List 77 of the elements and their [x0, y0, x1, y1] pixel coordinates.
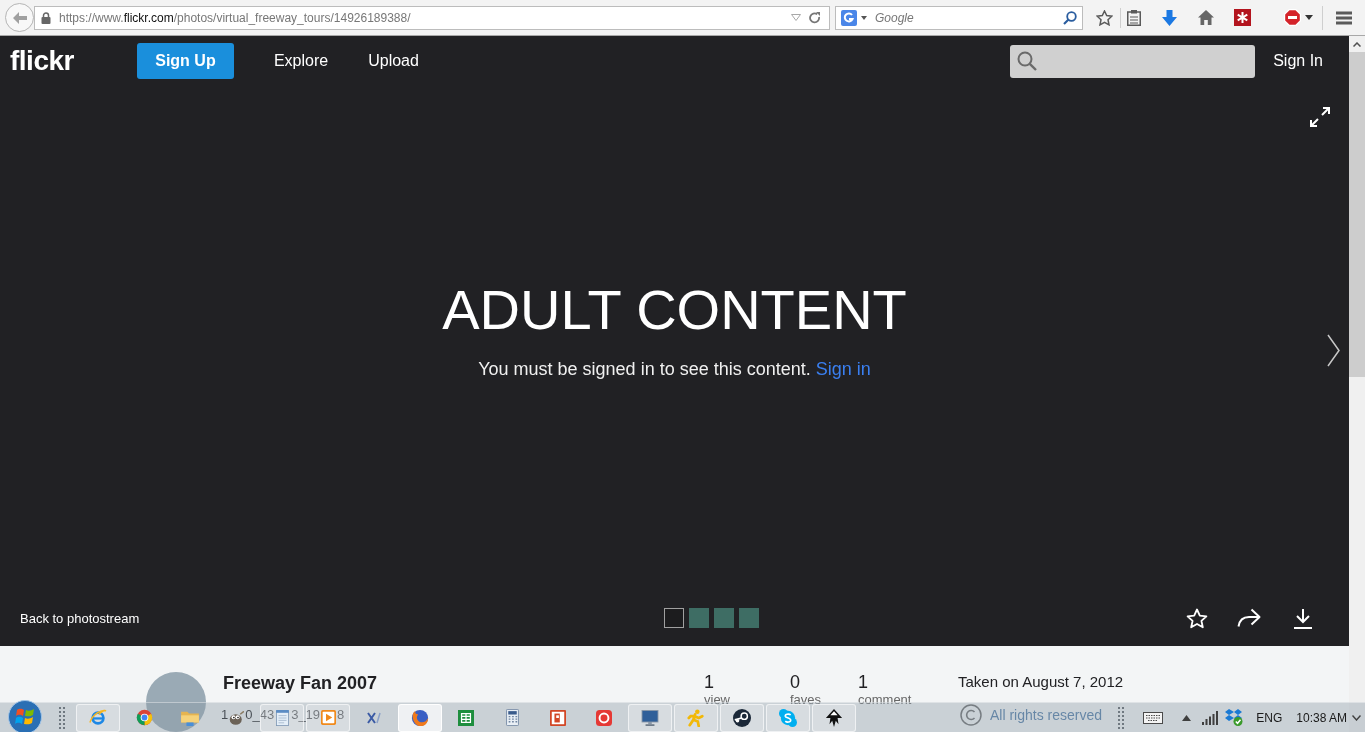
notepad-icon[interactable] [275, 709, 289, 726]
back-button[interactable] [5, 3, 34, 32]
search-input[interactable]: Google [875, 8, 1055, 27]
content-heading: ADULT CONTENT [442, 282, 907, 338]
start-orb-icon[interactable] [8, 699, 42, 732]
sign-up-button[interactable]: Sign Up [136, 43, 234, 79]
avatar [146, 672, 206, 732]
grip-icon[interactable] [1118, 706, 1125, 729]
search-icon[interactable] [1017, 51, 1038, 71]
scroll-up-icon[interactable] [1353, 41, 1361, 47]
nav-link[interactable]: Explore [273, 49, 329, 73]
keyboard-icon[interactable] [1143, 711, 1164, 724]
home-icon[interactable] [1198, 10, 1214, 25]
globe-icon[interactable] [411, 708, 429, 727]
stat-value: 0 [790, 672, 801, 692]
photo-title: 0_43 [245, 707, 275, 723]
stat-label: faves [790, 692, 823, 708]
up-arrow-icon[interactable] [1182, 714, 1192, 721]
clock[interactable]: 10:38 AM [1296, 709, 1347, 726]
download-icon[interactable] [1293, 607, 1313, 629]
share-icon[interactable] [1237, 608, 1261, 628]
photo-title: 3_19 [291, 707, 321, 723]
photo-title: 8 [337, 707, 345, 723]
sign-in-message: You must be signed in to see this content. Sign in [478, 358, 871, 381]
sign-in-link[interactable]: Sign In [1273, 49, 1323, 73]
photo-thumbnail[interactable] [689, 608, 709, 628]
photo-thumbnail[interactable] [714, 608, 734, 628]
search-icon[interactable] [1063, 10, 1077, 25]
monitor-icon[interactable] [641, 709, 659, 726]
stat-label: view [704, 692, 731, 708]
license-text: All rights reserved [990, 706, 1103, 724]
chevron-right-icon[interactable] [1327, 334, 1340, 367]
owner-name[interactable]: Freeway Fan 2007 [223, 672, 704, 694]
taskbar-button[interactable] [720, 703, 764, 732]
chevron-down-icon[interactable] [1352, 714, 1361, 721]
language-indicator[interactable]: ENG [1256, 709, 1283, 726]
address-field[interactable]: https://www.flickr.com/photos/virtual_freeway_tours/14926189388/ [34, 5, 830, 30]
calculator-icon[interactable] [505, 709, 519, 726]
disc-icon[interactable] [733, 708, 751, 727]
photo-title: 1 [221, 707, 229, 723]
reload-icon[interactable] [809, 11, 821, 24]
drop-icon[interactable] [825, 708, 843, 727]
logo[interactable]: flickr [10, 45, 74, 77]
cloud-icon[interactable] [779, 708, 797, 727]
taskbar-button[interactable] [812, 703, 856, 732]
photo-thumbnail[interactable] [664, 608, 684, 628]
caret-icon[interactable] [861, 15, 867, 20]
stat-value: 1 [858, 672, 869, 692]
search-box[interactable]: Google [835, 5, 1083, 30]
photo-thumbnail[interactable] [739, 608, 759, 628]
expand-icon[interactable] [1310, 107, 1330, 127]
nav-link[interactable]: Upload [368, 49, 419, 73]
star-icon[interactable] [1096, 9, 1113, 26]
stat-value: 1 [704, 672, 715, 692]
stat-label: comment [858, 692, 913, 708]
lock-icon [41, 11, 51, 24]
menu-icon[interactable] [1336, 10, 1352, 25]
copyright-icon [960, 704, 982, 726]
caret-icon[interactable] [1305, 15, 1313, 20]
search-field[interactable] [1010, 44, 1256, 78]
creature-icon[interactable] [228, 710, 244, 725]
segmented-circle-icon[interactable] [135, 709, 153, 726]
sign-in-link[interactable]: Sign in [815, 359, 871, 379]
clipboard-icon[interactable] [1127, 9, 1141, 26]
back-arrow-icon [12, 11, 27, 24]
ring-swoosh-icon[interactable] [89, 708, 107, 727]
back-link[interactable]: Back to photostream [20, 611, 140, 626]
cross-icon[interactable] [367, 711, 381, 724]
taken-date: Taken on August 7, 2012 [958, 672, 1124, 692]
box-check-icon[interactable] [1225, 709, 1244, 726]
octagon-icon[interactable] [1284, 9, 1301, 26]
url-text: https://www.flickr.com/photos/virtual_freeway_tours/14926189388/ [59, 9, 411, 26]
grip-icon[interactable] [59, 706, 65, 729]
asterisk-tile-icon[interactable] [1234, 9, 1251, 26]
search-engine-icon[interactable] [841, 9, 857, 26]
scrollbar-thumb[interactable] [1349, 52, 1365, 377]
signal-icon[interactable] [1202, 710, 1219, 725]
